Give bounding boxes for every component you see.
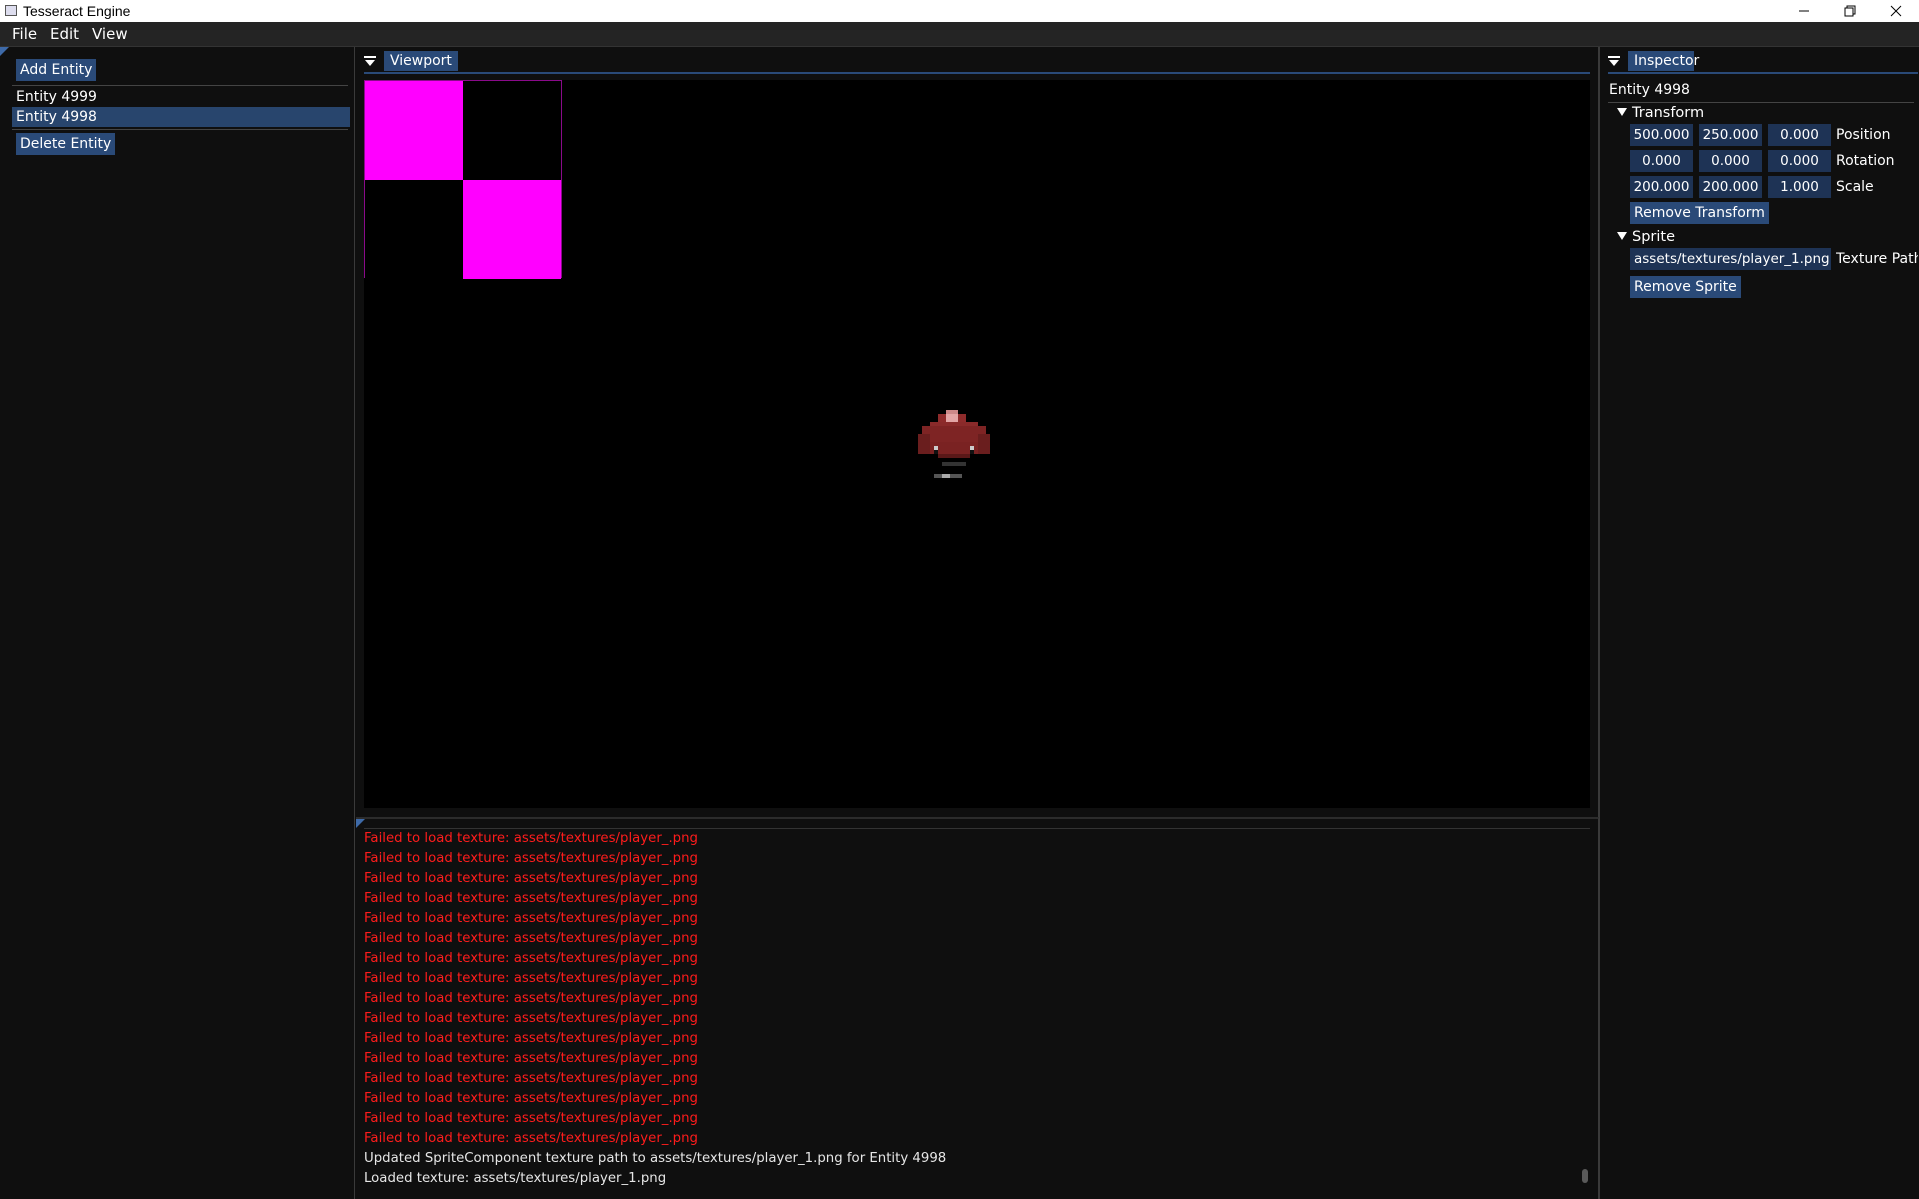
console-error-line: Failed to load texture: assets/textures/… bbox=[364, 1011, 698, 1026]
minimize-icon bbox=[1799, 10, 1809, 12]
player-sprite[interactable] bbox=[910, 410, 1014, 502]
menu-edit[interactable]: Edit bbox=[50, 25, 79, 43]
console-error-line: Failed to load texture: assets/textures/… bbox=[364, 891, 698, 906]
expand-arrow-icon[interactable] bbox=[1617, 232, 1627, 240]
entity-list-item[interactable]: Entity 4999 bbox=[12, 87, 350, 107]
console-scrollbar-thumb[interactable] bbox=[1582, 1169, 1588, 1183]
rotation-label: Rotation bbox=[1836, 153, 1895, 169]
checker-tile bbox=[365, 180, 463, 279]
remove-sprite-button[interactable]: Remove Sprite bbox=[1630, 276, 1741, 298]
scale-y-field[interactable]: 200.000 bbox=[1699, 176, 1762, 198]
scale-label: Scale bbox=[1836, 179, 1874, 195]
window-titlebar: Tesseract Engine bbox=[0, 0, 1919, 22]
console-error-line: Failed to load texture: assets/textures/… bbox=[364, 1071, 698, 1086]
inspector-tab[interactable]: Inspector bbox=[1628, 51, 1699, 71]
console-error-line: Failed to load texture: assets/textures/… bbox=[364, 931, 698, 946]
sprite-header[interactable]: Sprite bbox=[1632, 227, 1675, 247]
console-error-line: Failed to load texture: assets/textures/… bbox=[364, 851, 698, 866]
inspector-header: Inspector bbox=[1600, 51, 1699, 71]
menu-view[interactable]: View bbox=[92, 25, 128, 43]
checker-tile bbox=[463, 180, 561, 279]
console-error-line: Failed to load texture: assets/textures/… bbox=[364, 951, 698, 966]
position-x-field[interactable]: 500.000 bbox=[1630, 124, 1693, 146]
console-panel: Failed to load texture: assets/textures/… bbox=[356, 817, 1599, 1199]
texture-path-label: Texture Path bbox=[1836, 251, 1918, 267]
entities-panel: Add Entity Entity 4999 Entity 4998 Delet… bbox=[0, 47, 355, 1199]
scale-x-field[interactable]: 200.000 bbox=[1630, 176, 1693, 198]
texture-path-input[interactable]: assets/textures/player_1.png bbox=[1630, 248, 1831, 270]
checker-tile bbox=[463, 81, 561, 180]
remove-transform-button[interactable]: Remove Transform bbox=[1630, 202, 1769, 224]
console-error-line: Failed to load texture: assets/textures/… bbox=[364, 1131, 698, 1146]
separator bbox=[12, 129, 348, 130]
viewport-header: Viewport bbox=[356, 51, 458, 71]
missing-texture-sprite[interactable] bbox=[364, 80, 562, 279]
panel-resize-corner[interactable] bbox=[0, 47, 9, 56]
minimize-button[interactable] bbox=[1781, 0, 1827, 22]
close-icon bbox=[1890, 5, 1902, 17]
scale-z-field[interactable]: 1.000 bbox=[1768, 176, 1831, 198]
window-title: Tesseract Engine bbox=[23, 3, 131, 19]
collapse-menu-icon[interactable] bbox=[1608, 56, 1620, 66]
inspector-entity-name: Entity 4998 bbox=[1609, 82, 1690, 98]
expand-arrow-icon[interactable] bbox=[1617, 108, 1627, 116]
console-error-line: Failed to load texture: assets/textures/… bbox=[364, 991, 698, 1006]
console-error-line: Failed to load texture: assets/textures/… bbox=[364, 911, 698, 926]
rotation-y-field[interactable]: 0.000 bbox=[1699, 150, 1762, 172]
collapse-menu-icon[interactable] bbox=[364, 56, 376, 66]
menu-bar: File Edit View bbox=[0, 22, 1919, 47]
panel-resize-corner[interactable] bbox=[356, 819, 365, 828]
console-error-line: Failed to load texture: assets/textures/… bbox=[364, 1031, 698, 1046]
viewport-tab[interactable]: Viewport bbox=[384, 51, 458, 71]
console-info-line: Updated SpriteComponent texture path to … bbox=[364, 1151, 947, 1166]
delete-entity-button[interactable]: Delete Entity bbox=[16, 133, 116, 155]
close-button[interactable] bbox=[1873, 0, 1919, 22]
menu-file[interactable]: File bbox=[12, 25, 37, 43]
console-error-line: Failed to load texture: assets/textures/… bbox=[364, 1111, 698, 1126]
add-entity-button[interactable]: Add Entity bbox=[16, 59, 97, 81]
console-info-line: Loaded texture: assets/textures/player_1… bbox=[364, 1171, 667, 1186]
inspector-panel: Inspector Entity 4998 Transform 500.000 … bbox=[1599, 47, 1919, 1199]
separator bbox=[12, 85, 348, 86]
header-underline bbox=[1608, 72, 1918, 74]
header-underline bbox=[364, 72, 1590, 74]
viewport-canvas[interactable] bbox=[364, 80, 1590, 808]
position-z-field[interactable]: 0.000 bbox=[1768, 124, 1831, 146]
position-y-field[interactable]: 250.000 bbox=[1699, 124, 1762, 146]
rotation-z-field[interactable]: 0.000 bbox=[1768, 150, 1831, 172]
console-error-line: Failed to load texture: assets/textures/… bbox=[364, 871, 698, 886]
console-error-line: Failed to load texture: assets/textures/… bbox=[364, 1091, 698, 1106]
checker-tile bbox=[365, 81, 463, 180]
viewport-panel: Viewport bbox=[356, 47, 1599, 817]
transform-header[interactable]: Transform bbox=[1632, 103, 1704, 123]
console-error-line: Failed to load texture: assets/textures/… bbox=[364, 1051, 698, 1066]
restore-icon bbox=[1844, 5, 1856, 17]
console-error-line: Failed to load texture: assets/textures/… bbox=[364, 971, 698, 986]
rotation-x-field[interactable]: 0.000 bbox=[1630, 150, 1693, 172]
app-icon bbox=[5, 5, 17, 16]
maximize-button[interactable] bbox=[1827, 0, 1873, 22]
entity-list-item-selected[interactable]: Entity 4998 bbox=[12, 107, 350, 127]
position-label: Position bbox=[1836, 127, 1891, 143]
console-error-line: Failed to load texture: assets/textures/… bbox=[364, 831, 698, 846]
